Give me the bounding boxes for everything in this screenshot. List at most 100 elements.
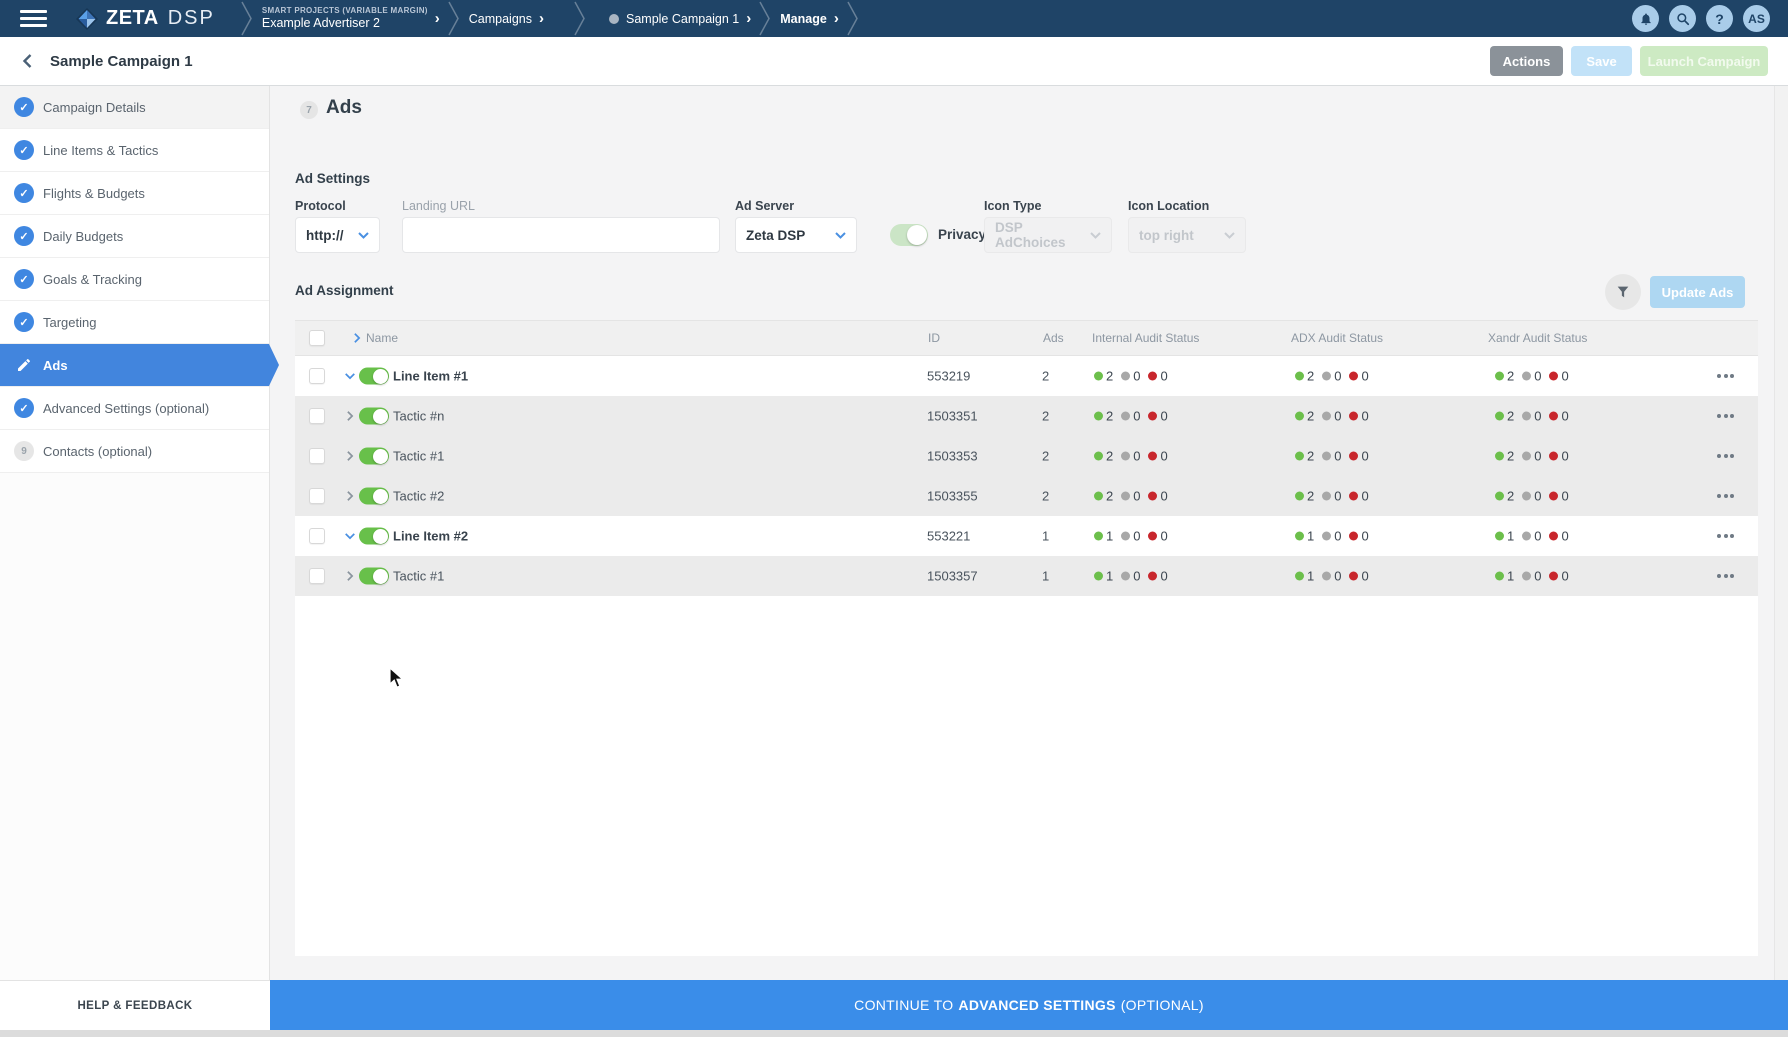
audit-count: 0 [1334, 409, 1341, 424]
audit-count: 0 [1534, 529, 1541, 544]
row-name: Tactic #n [393, 409, 444, 424]
row-enabled-toggle[interactable] [359, 488, 389, 505]
breadcrumb-campaigns[interactable]: Campaigns › [469, 11, 544, 26]
approved-dot-icon [1495, 572, 1504, 581]
expand-chevron-icon[interactable] [344, 370, 356, 382]
breadcrumb-manage[interactable]: Manage › [780, 11, 839, 26]
breadcrumb-campaign[interactable]: Sample Campaign 1 › [609, 11, 751, 26]
row-id: 1503351 [927, 409, 978, 424]
icon-location-label: Icon Location [1128, 199, 1209, 213]
campaign-header-bar: Sample Campaign 1 Actions Save Launch Ca… [0, 37, 1788, 86]
sidebar-item-flights-budgets[interactable]: ✓ Flights & Budgets [0, 172, 269, 215]
chevron-down-icon [358, 232, 369, 239]
sidebar-item-daily-budgets[interactable]: ✓ Daily Budgets [0, 215, 269, 258]
logo-dsp-text: DSP [168, 7, 215, 30]
approved-dot-icon [1295, 452, 1304, 461]
column-header-xandr[interactable]: Xandr Audit Status [1488, 331, 1587, 345]
rejected-dot-icon [1148, 492, 1157, 501]
check-circle-icon: ✓ [14, 312, 34, 332]
row-enabled-toggle[interactable] [359, 368, 389, 385]
adx-audit-status: 100 [1295, 529, 1369, 544]
pending-dot-icon [1121, 572, 1130, 581]
row-checkbox[interactable] [309, 568, 325, 584]
landing-url-input[interactable] [413, 218, 709, 252]
table-row[interactable]: Line Item #1 553219 2 200 200 200 [295, 356, 1758, 396]
horizontal-scrollbar[interactable] [0, 1030, 1788, 1037]
row-menu-icon[interactable] [1717, 374, 1734, 378]
notifications-button[interactable] [1632, 5, 1659, 32]
user-avatar[interactable]: AS [1743, 5, 1770, 32]
vertical-scrollbar[interactable] [1774, 86, 1788, 980]
row-enabled-toggle[interactable] [359, 448, 389, 465]
audit-count: 1 [1106, 569, 1113, 584]
audit-count: 2 [1307, 409, 1314, 424]
privacy-icon-toggle[interactable] [890, 224, 928, 246]
sidebar-item-contacts-optional[interactable]: 9 Contacts (optional) [0, 430, 269, 473]
row-checkbox[interactable] [309, 488, 325, 504]
expand-all-chevron-icon[interactable] [351, 332, 363, 344]
save-button[interactable]: Save [1571, 46, 1632, 76]
ad-server-select[interactable]: Zeta DSP [735, 217, 857, 253]
protocol-select[interactable]: http:// [295, 217, 380, 253]
table-row[interactable]: Tactic #1 1503353 2 200 200 200 [295, 436, 1758, 476]
row-id: 553219 [927, 369, 970, 384]
sidebar-item-goals-tracking[interactable]: ✓ Goals & Tracking [0, 258, 269, 301]
table-row[interactable]: Tactic #1 1503357 1 100 100 100 [295, 556, 1758, 596]
row-menu-icon[interactable] [1717, 454, 1734, 458]
row-checkbox[interactable] [309, 528, 325, 544]
column-header-id[interactable]: ID [928, 331, 940, 345]
row-menu-icon[interactable] [1717, 494, 1734, 498]
actions-button[interactable]: Actions [1490, 46, 1563, 76]
help-feedback-button[interactable]: HELP & FEEDBACK [0, 980, 270, 1030]
bell-icon [1639, 12, 1653, 26]
column-header-ads[interactable]: Ads [1043, 331, 1064, 345]
help-button[interactable]: ? [1706, 5, 1733, 32]
row-checkbox[interactable] [309, 408, 325, 424]
expand-chevron-icon[interactable] [344, 530, 356, 542]
sidebar-item-ads[interactable]: Ads [0, 344, 269, 387]
sidebar-item-targeting[interactable]: ✓ Targeting [0, 301, 269, 344]
page-title: Ads [326, 97, 362, 119]
search-button[interactable] [1669, 5, 1696, 32]
table-row[interactable]: Tactic #2 1503355 2 200 200 200 [295, 476, 1758, 516]
check-circle-icon: ✓ [14, 226, 34, 246]
column-header-internal[interactable]: Internal Audit Status [1092, 331, 1199, 345]
row-checkbox[interactable] [309, 448, 325, 464]
filter-button[interactable] [1605, 274, 1641, 310]
table-row[interactable]: Line Item #2 553221 1 100 100 100 [295, 516, 1758, 556]
row-menu-icon[interactable] [1717, 574, 1734, 578]
continue-button[interactable]: CONTINUE TO ADVANCED SETTINGS (OPTIONAL) [270, 980, 1788, 1030]
expand-chevron-icon[interactable] [344, 450, 356, 462]
search-icon [1676, 12, 1690, 26]
update-ads-button[interactable]: Update Ads [1650, 276, 1745, 308]
breadcrumb-advertiser[interactable]: SMART PROJECTS (VARIABLE MARGIN) Example… [262, 6, 440, 32]
pending-dot-icon [1121, 372, 1130, 381]
sidebar-item-advanced-settings-optional[interactable]: ✓ Advanced Settings (optional) [0, 387, 269, 430]
audit-count: 0 [1133, 449, 1140, 464]
approved-dot-icon [1495, 532, 1504, 541]
ad-assignment-heading: Ad Assignment [295, 283, 394, 298]
row-menu-icon[interactable] [1717, 534, 1734, 538]
expand-chevron-icon[interactable] [344, 490, 356, 502]
row-enabled-toggle[interactable] [359, 408, 389, 425]
column-header-name[interactable]: Name [366, 331, 398, 345]
sidebar-item-campaign-details[interactable]: ✓ Campaign Details [0, 86, 269, 129]
row-checkbox[interactable] [309, 368, 325, 384]
rejected-dot-icon [1148, 372, 1157, 381]
audit-count: 0 [1361, 409, 1368, 424]
select-all-checkbox[interactable] [309, 330, 325, 346]
row-enabled-toggle[interactable] [359, 568, 389, 585]
sidebar-item-line-items-tactics[interactable]: ✓ Line Items & Tactics [0, 129, 269, 172]
row-name: Tactic #1 [393, 569, 444, 584]
expand-chevron-icon[interactable] [344, 570, 356, 582]
back-button[interactable] [20, 53, 36, 69]
table-row[interactable]: Tactic #n 1503351 2 200 200 200 [295, 396, 1758, 436]
hamburger-menu-icon[interactable] [20, 10, 47, 27]
zeta-dsp-logo[interactable]: ZETA DSP [75, 7, 215, 31]
column-header-adx[interactable]: ADX Audit Status [1291, 331, 1383, 345]
launch-campaign-button[interactable]: Launch Campaign [1640, 46, 1768, 76]
question-mark-icon: ? [1715, 11, 1724, 27]
row-enabled-toggle[interactable] [359, 528, 389, 545]
expand-chevron-icon[interactable] [344, 410, 356, 422]
row-menu-icon[interactable] [1717, 414, 1734, 418]
